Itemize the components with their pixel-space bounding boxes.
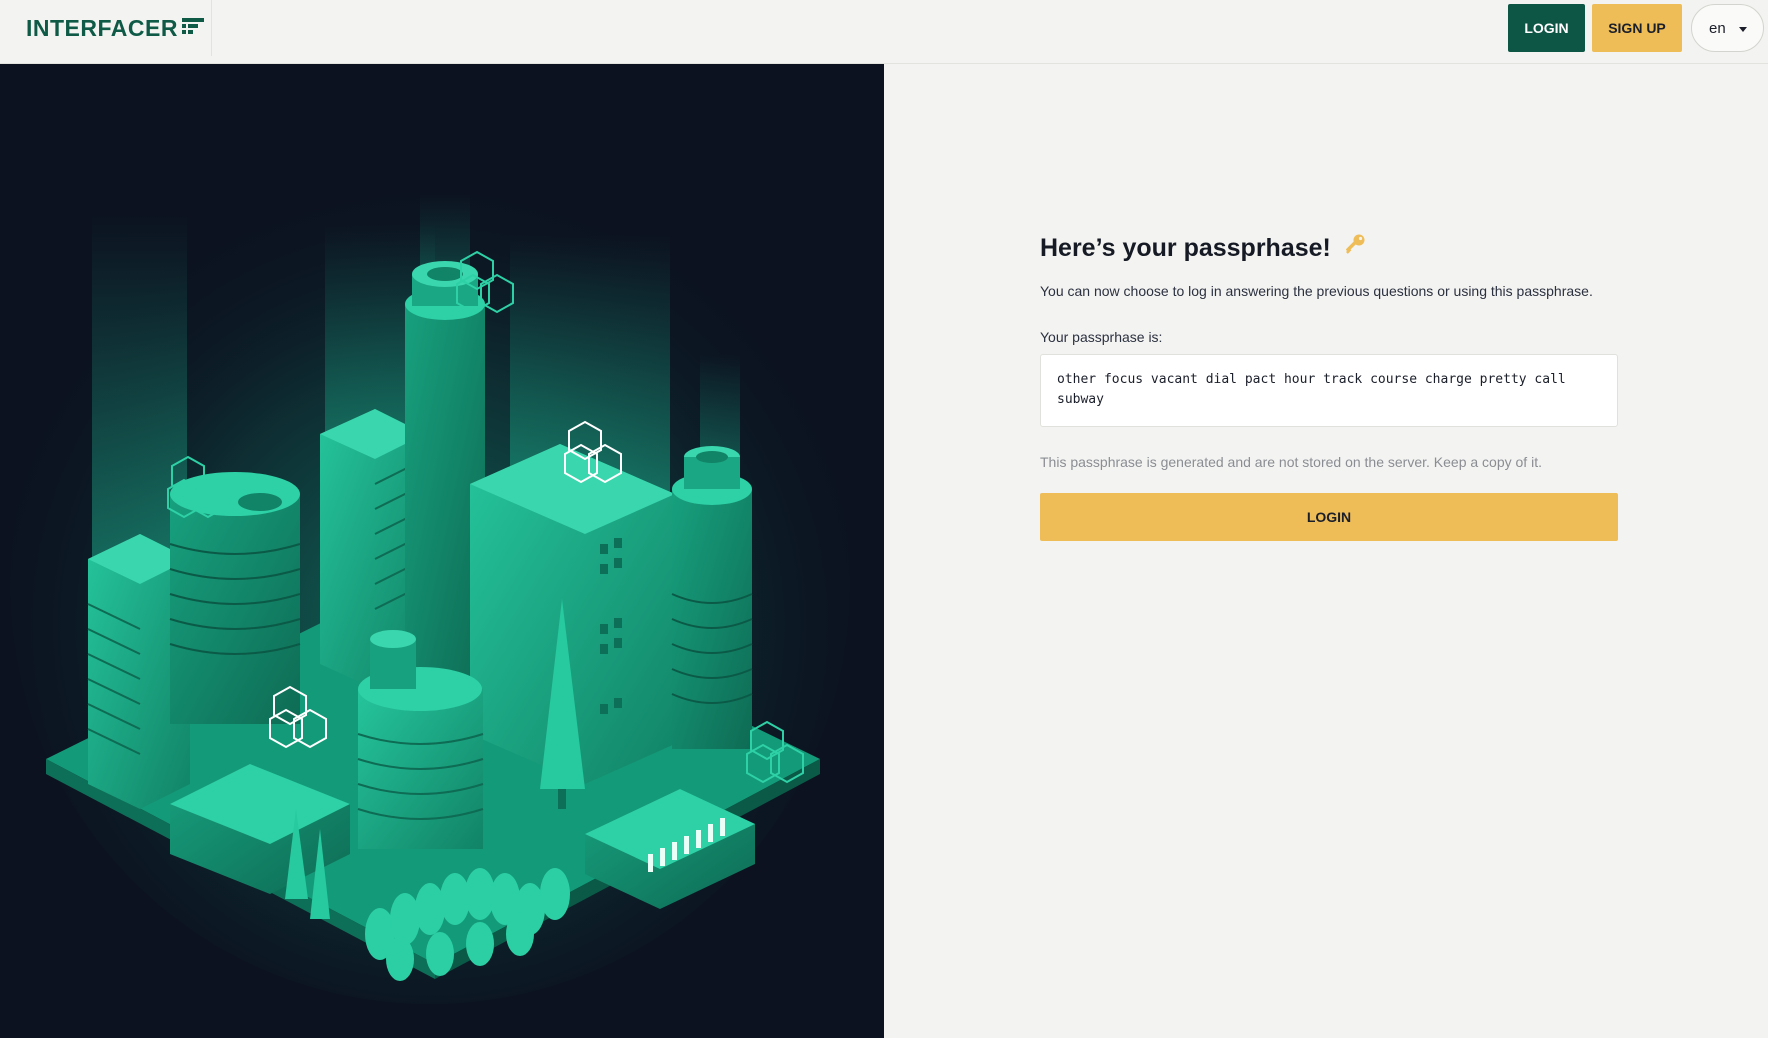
passphrase-label: Your passprhase is: bbox=[1040, 329, 1163, 345]
city-illustration bbox=[0, 64, 884, 1038]
language-value: en bbox=[1709, 19, 1726, 37]
page-title: Here’s your passprhase! bbox=[1040, 230, 1618, 266]
logo-text: INTERFACER bbox=[26, 14, 178, 41]
subtitle: You can now choose to log in answering t… bbox=[1040, 283, 1593, 299]
storage-note: This passphrase is generated and are not… bbox=[1040, 454, 1542, 470]
key-icon bbox=[1341, 232, 1367, 265]
page-title-text: Here’s your passprhase! bbox=[1040, 233, 1331, 262]
login-submit-button[interactable]: LOGIN bbox=[1040, 493, 1618, 541]
chevron-down-icon bbox=[1739, 27, 1747, 32]
passphrase-panel: Here’s your passprhase! You can now choo… bbox=[1040, 230, 1618, 541]
language-select[interactable]: en bbox=[1691, 4, 1764, 52]
top-navbar: INTERFACER LOGIN SIGN UP en bbox=[0, 0, 1768, 64]
passphrase-box[interactable]: other focus vacant dial pact hour track … bbox=[1040, 354, 1618, 427]
logo[interactable]: INTERFACER bbox=[0, 0, 212, 56]
stacked-bars-logo-icon bbox=[181, 17, 204, 39]
login-button[interactable]: LOGIN bbox=[1508, 4, 1585, 52]
sign-up-button[interactable]: SIGN UP bbox=[1592, 4, 1682, 52]
